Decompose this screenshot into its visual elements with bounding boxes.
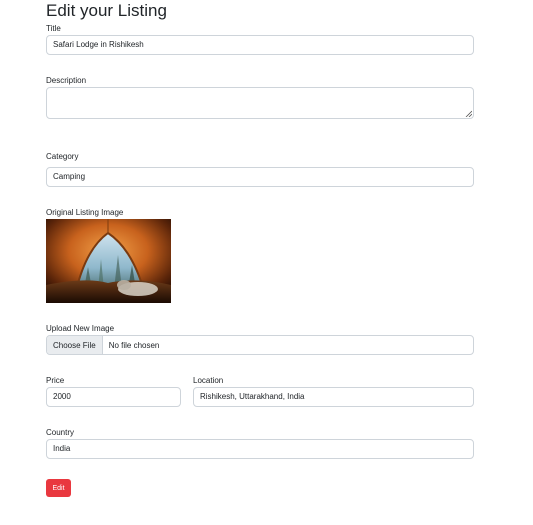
choose-file-button[interactable]: Choose File bbox=[47, 336, 103, 354]
tent-photo bbox=[46, 219, 171, 303]
upload-image-label: Upload New Image bbox=[46, 324, 115, 333]
resize-grip-icon[interactable] bbox=[465, 110, 472, 117]
title-input[interactable]: Safari Lodge in Rishikesh bbox=[46, 35, 474, 55]
file-status-text: No file chosen bbox=[108, 340, 160, 350]
description-label: Description bbox=[46, 76, 87, 85]
title-label: Title bbox=[46, 24, 61, 33]
price-label: Price bbox=[46, 376, 65, 385]
file-upload-input[interactable]: Choose File No file chosen bbox=[46, 335, 474, 355]
description-textarea[interactable] bbox=[46, 87, 474, 119]
country-input[interactable]: India bbox=[46, 439, 474, 459]
page-title: Edit your Listing bbox=[46, 1, 167, 20]
original-listing-image bbox=[46, 219, 171, 303]
category-input[interactable]: Camping bbox=[46, 167, 474, 187]
edit-submit-button[interactable]: Edit bbox=[46, 479, 71, 497]
category-label: Category bbox=[46, 152, 79, 161]
price-input[interactable]: 2000 bbox=[46, 387, 181, 407]
country-label: Country bbox=[46, 428, 75, 437]
original-image-label: Original Listing Image bbox=[46, 208, 124, 217]
edit-listing-page: Edit your Listing Title Safari Lodge in … bbox=[0, 0, 533, 525]
location-label: Location bbox=[193, 376, 224, 385]
location-input[interactable]: Rishikesh, Uttarakhand, India bbox=[193, 387, 474, 407]
